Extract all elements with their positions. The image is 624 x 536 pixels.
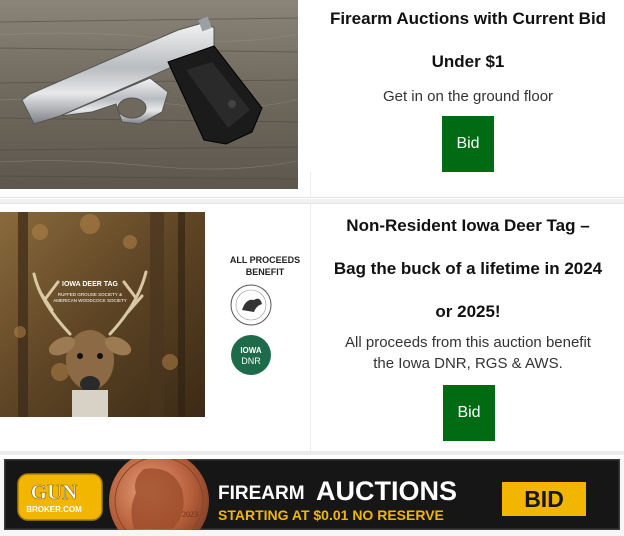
proceeds-line1: ALL PROCEEDS xyxy=(230,255,300,265)
deer-tag-graphic[interactable]: IOWA DEER TAG RUFFED GROUSE SOCIETY & AM… xyxy=(0,212,307,417)
banner-bid-label[interactable]: BID xyxy=(524,486,564,512)
iowa-dnr-logo-icon: IOWA DNR xyxy=(231,335,271,375)
auction-card-deer-tag: IOWA DEER TAG RUFFED GROUSE SOCIETY & AM… xyxy=(0,203,624,451)
banner-bid-button[interactable]: BID xyxy=(502,482,586,516)
auction-1-description: Get in on the ground floor xyxy=(382,88,554,105)
banner-headline-part2: AUCTIONS xyxy=(316,476,457,506)
auction-2-title-line2[interactable]: Bag the buck of a lifetime in 2024 xyxy=(312,258,624,280)
auction-1-content: Firearm Auctions with Current Bid Under … xyxy=(312,8,624,107)
deer-tag-sub1: RUFFED GROUSE SOCIETY & xyxy=(58,292,122,297)
column-divider xyxy=(310,204,311,451)
pistol-photo[interactable] xyxy=(0,0,298,189)
section-divider xyxy=(0,451,624,455)
gunbroker-logo-icon: GUN BROKER.COM xyxy=(17,473,103,521)
auction-2-description-line2: the Iowa DNR, RGS & AWS. xyxy=(373,355,563,372)
auction-2-title-line3[interactable]: or 2025! xyxy=(312,301,624,323)
coin-year: 2023 xyxy=(182,510,198,519)
auction-2-description-line1: All proceeds from this auction benefit xyxy=(345,334,591,351)
auction-1-title-line2[interactable]: Under $1 xyxy=(312,51,624,73)
banner-subline: STARTING AT $0.01 NO RESERVE xyxy=(218,507,444,523)
auction-2-bid-button[interactable]: Bid xyxy=(443,385,495,441)
column-divider xyxy=(310,172,311,198)
auction-1-title-line1[interactable]: Firearm Auctions with Current Bid xyxy=(312,8,624,30)
auction-2-content: Non-Resident Iowa Deer Tag – Bag the buc… xyxy=(312,215,624,374)
proceeds-line2: BENEFIT xyxy=(246,267,285,277)
penny-coin-icon: 2023 xyxy=(109,459,209,530)
banner-logo-line1: GUN xyxy=(31,480,78,504)
banner-logo-line2: BROKER.COM xyxy=(26,505,82,514)
dnr-line2: DNR xyxy=(241,356,261,366)
promo-banner-graphic[interactable]: GUN BROKER.COM 2023 FIREARM AUCTIONS STA… xyxy=(4,459,620,530)
auction-1-bid-button[interactable]: Bid xyxy=(442,116,494,172)
deer-tag-sub2: AMERICAN WOODCOCK SOCIETY xyxy=(53,298,127,303)
dnr-line1: IOWA xyxy=(240,346,262,355)
auction-card-firearm: Firearm Auctions with Current Bid Under … xyxy=(0,0,624,198)
deer-tag-label: IOWA DEER TAG xyxy=(62,281,119,288)
ruffed-grouse-seal-icon xyxy=(230,284,272,326)
auction-2-title-line1[interactable]: Non-Resident Iowa Deer Tag – xyxy=(312,215,624,237)
promo-banner[interactable]: GUN BROKER.COM 2023 FIREARM AUCTIONS STA… xyxy=(0,459,624,536)
banner-headline-part1: FIREARM xyxy=(218,483,305,504)
